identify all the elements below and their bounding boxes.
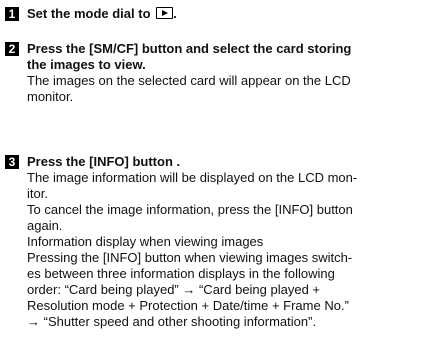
step-2-heading: 2 Press the [SM/CF] button and select th… [5,41,443,73]
playback-icon [156,7,174,19]
step-1-heading: 1 Set the mode dial to . [5,6,443,22]
step-2-body: The images on the selected card will app… [27,73,443,105]
step-3-number: 3 [5,155,19,169]
step-1-title-period: . [173,6,177,21]
step-1-number: 1 [5,7,19,21]
step-3-heading: 3 Press the [INFO] button . [5,154,443,170]
step-3-body-line: Resolution mode + Protection + Date/time… [27,298,349,313]
step-3-body-line: Pressing the [INFO] button when viewing … [27,250,353,265]
step-2-title: Press the [SM/CF] button and select the … [27,41,351,73]
step-3-body-line: The image information will be displayed … [27,170,358,185]
step-2-body-line: The images on the selected card will app… [27,73,351,88]
step-3-title: Press the [INFO] button . [27,154,181,169]
step-2-number: 2 [5,42,19,56]
step-3-body-line: → “Shutter speed and other shooting info… [27,314,317,329]
step-3-body-line: order: “Card being played” → “Card being… [27,282,321,297]
step-2-body-line: monitor. [27,89,74,104]
step-3-body-line: To cancel the image information, press t… [27,202,353,217]
step-2-title-line: Press the [SM/CF] button and select the … [27,41,352,56]
step-1: 1 Set the mode dial to . [5,6,443,22]
step-3-body-line: again. [27,218,63,233]
step-3-body-line: Information display when viewing images [27,234,264,249]
step-3-body-line: es between three information displays in… [27,266,335,281]
step-1-title: Set the mode dial to . [27,6,177,22]
step-2-title-line: the images to view. [27,57,146,72]
step-3-body-line: itor. [27,186,48,201]
step-1-title-text: Set the mode dial to [27,6,151,21]
step-2: 2 Press the [SM/CF] button and select th… [5,41,443,105]
step-3: 3 Press the [INFO] button . The image in… [5,154,443,330]
step-3-body: The image information will be displayed … [27,170,443,330]
